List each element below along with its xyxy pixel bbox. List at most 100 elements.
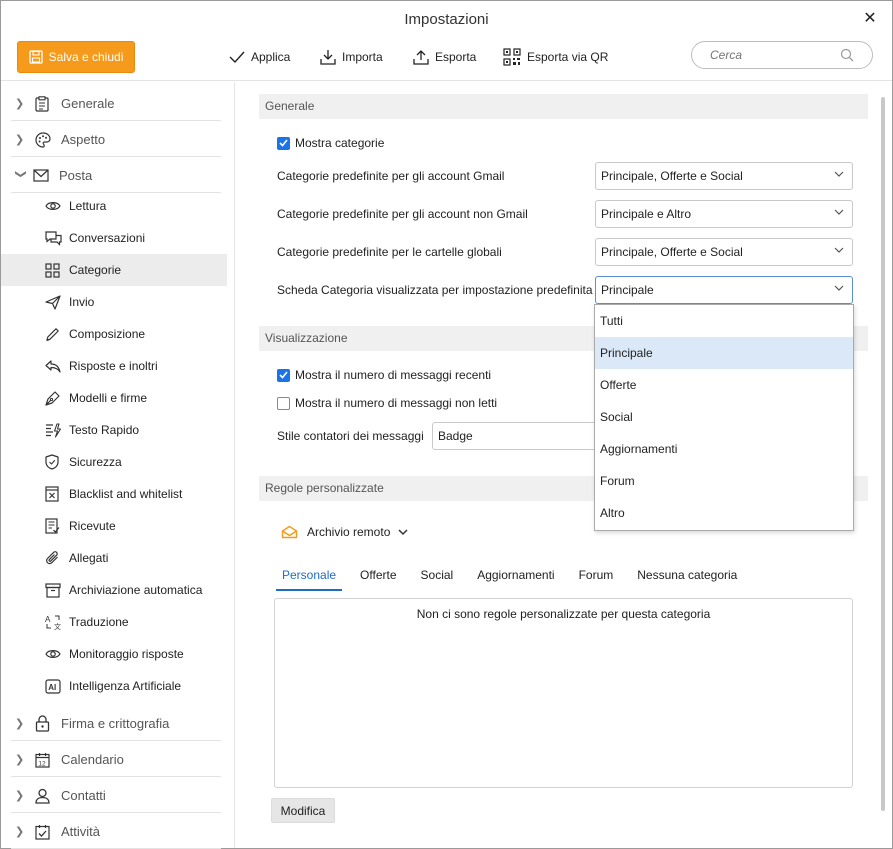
- sidebar-item-invio[interactable]: Invio: [1, 286, 227, 318]
- sidebar-section-calendario[interactable]: ❯ 12 Calendario: [11, 743, 221, 777]
- tab-social[interactable]: Social: [415, 561, 460, 591]
- sidebar-item-categorie[interactable]: Categorie: [1, 254, 227, 286]
- tab-personale[interactable]: Personale: [276, 561, 343, 591]
- sidebar-item-blacklist-whitelist[interactable]: Blacklist and whitelist: [1, 478, 227, 510]
- sidebar-item-modelli-firme[interactable]: Modelli e firme: [1, 382, 227, 414]
- export-label: Esporta: [435, 50, 477, 64]
- dropdown-option-principale[interactable]: Principale: [595, 337, 853, 369]
- sidebar-item-ricevute[interactable]: Ricevute: [1, 510, 227, 542]
- send-icon: [45, 293, 69, 311]
- reply-icon: [45, 357, 69, 375]
- mail-account-icon: [281, 525, 298, 539]
- svg-text:文: 文: [54, 622, 61, 630]
- default-tab-label: Scheda Categoria visualizzata per impost…: [277, 283, 593, 297]
- dropdown-option-aggiornamenti[interactable]: Aggiornamenti: [595, 433, 853, 465]
- save-and-close-label: Salva e chiudi: [48, 50, 124, 64]
- sidebar-item-testo-rapido[interactable]: Testo Rapido: [1, 414, 227, 446]
- chevron-right-icon: ❯: [15, 98, 25, 110]
- sidebar-item-sicurezza[interactable]: Sicurezza: [1, 446, 227, 478]
- nongmail-categories-label: Categorie predefinite per gli account no…: [277, 207, 528, 221]
- sidebar-item-label: Allegati: [69, 551, 109, 565]
- custom-rules-list[interactable]: Non ci sono regole personalizzate per qu…: [274, 598, 853, 788]
- nongmail-categories-select[interactable]: Principale e Altro: [595, 200, 853, 228]
- sidebar-item-allegati[interactable]: Allegati: [1, 542, 227, 574]
- global-folders-categories-select[interactable]: Principale, Offerte e Social: [595, 238, 853, 266]
- sidebar-section-aspetto[interactable]: ❯ Aspetto: [11, 123, 221, 157]
- export-button[interactable]: Esporta: [413, 47, 476, 67]
- sidebar-item-monitoraggio[interactable]: Monitoraggio risposte: [1, 638, 227, 670]
- show-categories-option[interactable]: Mostra categorie: [277, 136, 384, 150]
- envelope-icon: [33, 166, 55, 186]
- dropdown-option-tutti[interactable]: Tutti: [595, 305, 853, 337]
- person-icon: [35, 786, 57, 806]
- chat-icon: [45, 229, 69, 247]
- sidebar-item-risposte-inoltri[interactable]: Risposte e inoltri: [1, 350, 227, 382]
- tab-forum[interactable]: Forum: [573, 561, 620, 591]
- task-check-icon: [35, 822, 57, 842]
- counter-style-select[interactable]: Badge: [432, 422, 602, 450]
- sidebar-item-composizione[interactable]: Composizione: [1, 318, 227, 350]
- sidebar-item-label: Risposte e inoltri: [69, 359, 158, 373]
- sidebar-item-label: Conversazioni: [69, 231, 146, 245]
- show-categories-checkbox[interactable]: [277, 136, 290, 150]
- sidebar-item-conversazioni[interactable]: Conversazioni: [1, 222, 227, 254]
- export-qr-button[interactable]: Esporta via QR: [503, 47, 608, 67]
- dropdown-option-forum[interactable]: Forum: [595, 465, 853, 497]
- default-tab-select[interactable]: Principale: [595, 276, 853, 304]
- show-unread-count-checkbox[interactable]: [277, 396, 290, 410]
- content-scrollbar[interactable]: [881, 97, 885, 811]
- sidebar-section-contatti[interactable]: ❯ Contatti: [11, 779, 221, 813]
- sidebar-item-traduzione[interactable]: A文 Traduzione: [1, 606, 227, 638]
- account-label: Archivio remoto: [307, 525, 391, 539]
- search-icon[interactable]: [840, 48, 854, 62]
- sidebar-item-label: Composizione: [69, 327, 146, 341]
- settings-window: Impostazioni ✕ Salva e chiudi Applica Im…: [0, 0, 893, 849]
- quick-text-icon: [45, 421, 69, 439]
- chevron-right-icon: ❯: [15, 754, 25, 766]
- sidebar-item-archiviazione[interactable]: Archiviazione automatica: [1, 574, 227, 606]
- default-tab-dropdown-list: Tutti Principale Offerte Social Aggiorna…: [594, 304, 854, 531]
- eye-icon: [45, 645, 69, 663]
- close-icon[interactable]: ✕: [860, 9, 880, 29]
- title-bar: Impostazioni ✕: [1, 1, 892, 39]
- show-unread-count-option[interactable]: Mostra il numero di messaggi non letti: [277, 396, 497, 410]
- save-and-close-button[interactable]: Salva e chiudi: [17, 41, 135, 73]
- sidebar-item-label: Categorie: [69, 263, 122, 277]
- group-header-generale: Generale: [259, 94, 868, 119]
- select-value: Principale, Offerte e Social: [601, 169, 743, 183]
- tab-aggiornamenti[interactable]: Aggiornamenti: [471, 561, 560, 591]
- select-value: Principale: [601, 283, 654, 297]
- sidebar-section-label: Attività: [61, 824, 101, 839]
- sidebar-item-label: Traduzione: [69, 615, 129, 629]
- search-input[interactable]: [710, 48, 840, 62]
- dropdown-option-social[interactable]: Social: [595, 401, 853, 433]
- dropdown-option-offerte[interactable]: Offerte: [595, 369, 853, 401]
- svg-text:12: 12: [38, 760, 46, 767]
- import-button[interactable]: Importa: [320, 47, 383, 67]
- account-selector[interactable]: Archivio remoto: [281, 525, 408, 539]
- pencil-icon: [45, 325, 69, 343]
- sidebar-section-posta[interactable]: ❯ Posta: [11, 159, 221, 193]
- chevron-down-icon: [834, 171, 844, 177]
- sidebar-section-attivita[interactable]: ❯ Attività: [11, 815, 221, 849]
- tab-nessuna-categoria[interactable]: Nessuna categoria: [631, 561, 743, 591]
- palette-icon: [35, 130, 57, 150]
- svg-text:AI: AI: [48, 683, 56, 692]
- counter-style-label: Stile contatori dei messaggi: [277, 429, 424, 443]
- apply-button[interactable]: Applica: [229, 47, 290, 67]
- tab-offerte[interactable]: Offerte: [354, 561, 402, 591]
- show-recent-count-checkbox[interactable]: [277, 368, 290, 382]
- sidebar-section-label: Contatti: [61, 788, 106, 803]
- sidebar-item-label: Invio: [69, 295, 95, 309]
- empty-rules-message: Non ci sono regole personalizzate per qu…: [416, 607, 711, 621]
- sidebar-item-lettura[interactable]: Lettura: [1, 190, 227, 222]
- pen-nib-icon: [45, 389, 69, 407]
- sidebar-section-firma[interactable]: ❯ Firma e crittografia: [11, 707, 221, 741]
- edit-rules-button[interactable]: Modifica: [271, 798, 335, 823]
- show-recent-count-option[interactable]: Mostra il numero di messaggi recenti: [277, 368, 491, 382]
- gmail-categories-select[interactable]: Principale, Offerte e Social: [595, 162, 853, 190]
- search-box[interactable]: [691, 41, 873, 69]
- sidebar-section-generale[interactable]: ❯ Generale: [11, 87, 221, 121]
- sidebar-item-intelligenza-artificiale[interactable]: AI Intelligenza Artificiale: [1, 670, 227, 702]
- dropdown-option-altro[interactable]: Altro: [595, 497, 853, 529]
